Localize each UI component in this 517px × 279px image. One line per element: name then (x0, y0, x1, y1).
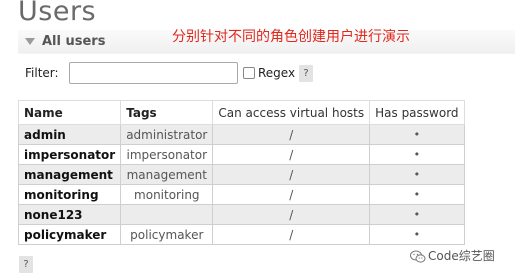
table-row[interactable]: monitoring monitoring / • (17, 184, 465, 205)
wechat-icon (410, 250, 426, 263)
user-tags: impersonator (120, 144, 214, 165)
column-header-tags[interactable]: Tags (120, 100, 214, 125)
table-header-row: Name Tags Can access virtual hosts Has p… (17, 100, 465, 125)
has-password-dot: • (369, 224, 465, 245)
has-password-dot: • (369, 204, 465, 225)
watermark: Code综艺圈 (410, 247, 495, 264)
column-header-name[interactable]: Name (17, 100, 122, 125)
table-row[interactable]: admin administrator / • (17, 124, 465, 145)
user-vhosts: / (212, 164, 371, 185)
has-password-dot: • (369, 124, 465, 145)
users-table: Name Tags Can access virtual hosts Has p… (17, 100, 465, 245)
annotation-text: 分别针对不同的角色创建用户进行演示 (172, 29, 410, 45)
user-name-link[interactable]: monitoring (17, 184, 122, 205)
has-password-dot: • (369, 184, 465, 205)
section-title: All users (42, 34, 106, 49)
table-row[interactable]: none123 / • (17, 204, 465, 225)
user-vhosts: / (212, 184, 371, 205)
regex-label: Regex (258, 66, 296, 80)
regex-checkbox[interactable] (243, 67, 255, 79)
user-name-link[interactable]: impersonator (17, 144, 122, 165)
user-tags (120, 204, 214, 225)
user-name-link[interactable]: admin (17, 124, 122, 145)
filter-input[interactable] (69, 62, 238, 84)
user-name-link[interactable]: none123 (17, 204, 122, 225)
table-row[interactable]: management management / • (17, 164, 465, 185)
user-tags: management (120, 164, 214, 185)
page-title: Users (18, 0, 97, 27)
user-name-link[interactable]: management (17, 164, 122, 185)
column-header-has-password[interactable]: Has password (369, 100, 465, 125)
user-vhosts: / (212, 204, 371, 225)
user-vhosts: / (212, 224, 371, 245)
user-vhosts: / (212, 144, 371, 165)
has-password-dot: • (369, 164, 465, 185)
user-vhosts: / (212, 124, 371, 145)
filter-label: Filter: (25, 66, 59, 80)
table-row[interactable]: policymaker policymaker / • (17, 224, 465, 245)
table-row[interactable]: impersonator impersonator / • (17, 144, 465, 165)
user-name-link[interactable]: policymaker (17, 224, 122, 245)
column-header-vhosts[interactable]: Can access virtual hosts (212, 100, 371, 125)
has-password-dot: • (369, 144, 465, 165)
user-tags: policymaker (120, 224, 214, 245)
triangle-down-icon[interactable] (25, 38, 35, 45)
user-tags: monitoring (120, 184, 214, 205)
watermark-text: Code综艺圈 (428, 249, 495, 263)
user-tags: administrator (120, 124, 214, 145)
filter-help-icon[interactable]: ? (299, 65, 313, 82)
table-help-icon[interactable]: ? (19, 256, 33, 273)
